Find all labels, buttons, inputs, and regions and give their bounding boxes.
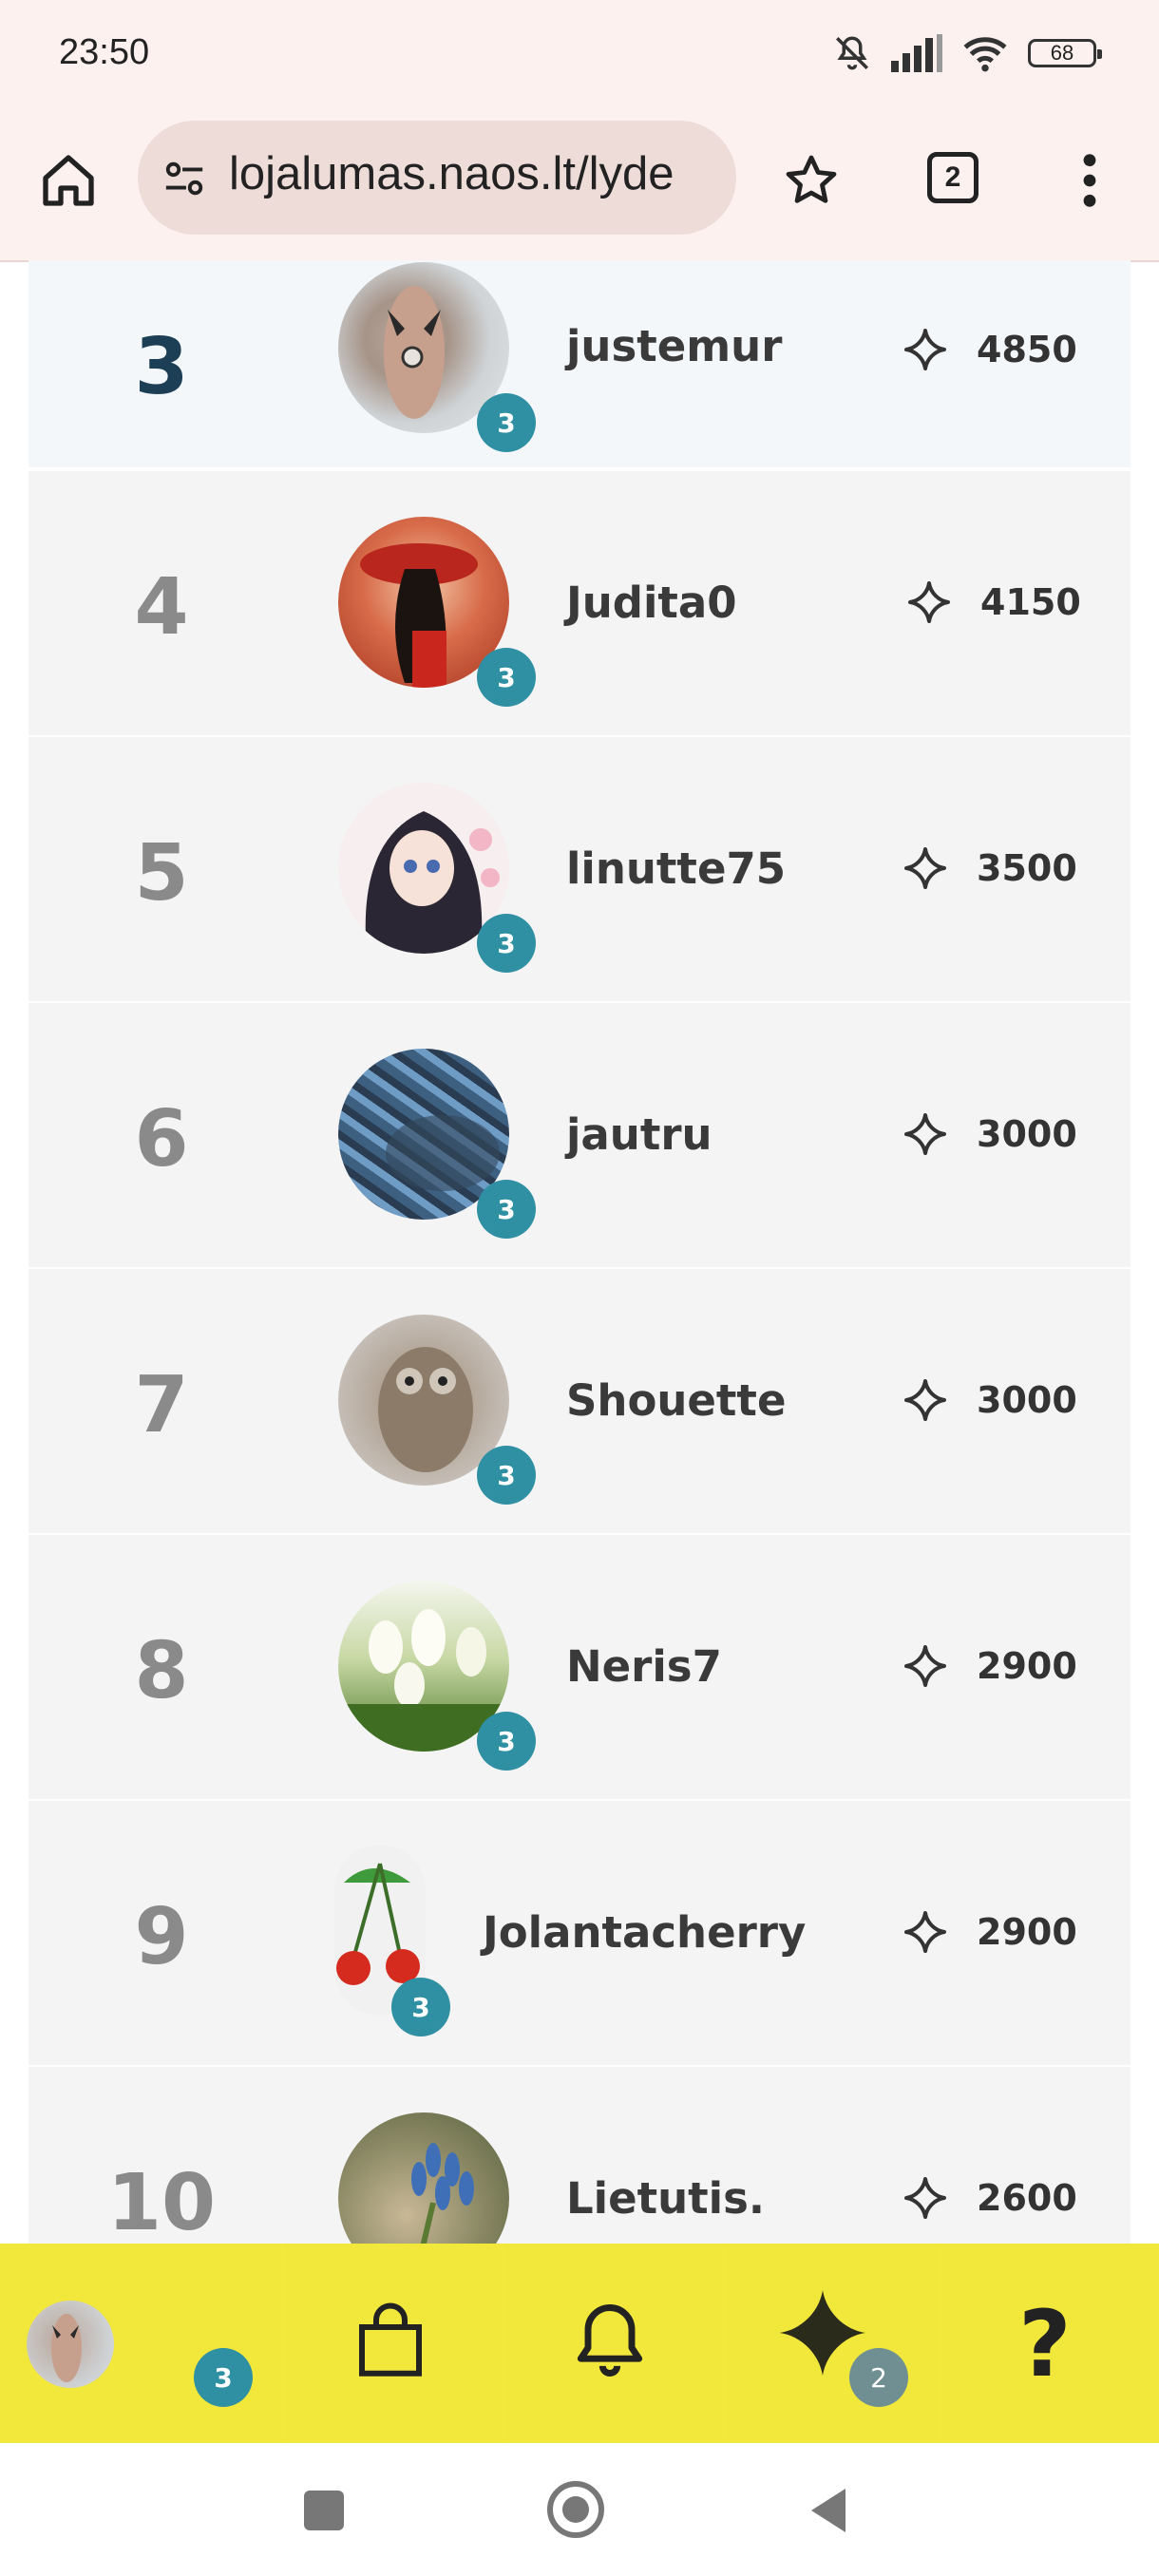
level-badge: 3 bbox=[477, 914, 536, 973]
bookmark-star-icon[interactable] bbox=[781, 150, 842, 211]
level-badge: 3 bbox=[477, 1446, 536, 1505]
leaderboard-row[interactable]: 4 3 Judita0 4150 bbox=[28, 471, 1130, 735]
butterfly-tattoo-image bbox=[51, 2314, 82, 2382]
level-badge: 3 bbox=[477, 1712, 536, 1771]
sparkle-points-icon bbox=[904, 1379, 946, 1421]
bell-icon bbox=[577, 2304, 643, 2377]
rank-number: 4 bbox=[134, 562, 189, 653]
site-settings-icon[interactable] bbox=[162, 157, 206, 200]
leaderboard-row[interactable]: 5 3 linutte75 3500 bbox=[28, 737, 1130, 1001]
sparkle-points-icon bbox=[904, 1645, 946, 1687]
status-bar: 23:50 68 bbox=[0, 0, 1159, 112]
sparkle-points-icon bbox=[904, 847, 946, 889]
nav-notifications[interactable] bbox=[505, 2244, 722, 2443]
bottom-navigation: 3 2 ? bbox=[0, 2244, 1159, 2443]
level-badge: 3 bbox=[477, 393, 536, 452]
bell-muted-icon bbox=[836, 36, 868, 70]
username[interactable]: Jolantacherry bbox=[483, 1907, 806, 1958]
rank-number: 3 bbox=[134, 322, 189, 412]
shopping-bag-icon bbox=[359, 2302, 422, 2377]
points-value: 3500 bbox=[977, 847, 1077, 889]
level-badge: 3 bbox=[477, 648, 536, 707]
nav-shop[interactable] bbox=[285, 2244, 502, 2443]
back-button[interactable] bbox=[808, 2487, 849, 2534]
username[interactable]: justemur bbox=[566, 321, 782, 371]
points-value: 2900 bbox=[977, 1645, 1077, 1687]
wifi-icon bbox=[963, 37, 1007, 72]
sparkle-points-icon bbox=[904, 329, 946, 370]
address-bar[interactable]: lojalumas.naos.lt/lyde bbox=[138, 121, 736, 235]
nav-help[interactable]: ? bbox=[942, 2244, 1159, 2443]
leaderboard-row[interactable]: 8 3 Neris7 2900 bbox=[28, 1535, 1130, 1799]
browser-toolbar: lojalumas.naos.lt/lyde 2 bbox=[0, 112, 1159, 262]
leaderboard-row[interactable]: 3 3 justemur 4850 bbox=[28, 260, 1130, 467]
nav-rewards[interactable]: 2 bbox=[724, 2244, 940, 2443]
nav-profile[interactable]: 3 bbox=[0, 2244, 281, 2443]
more-menu-icon[interactable] bbox=[1072, 150, 1108, 211]
leaderboard-row[interactable]: 9 3 Jolantacherry 2900 bbox=[28, 1801, 1130, 2065]
status-icons: 68 bbox=[832, 32, 1102, 74]
sparkle-points-icon bbox=[904, 2177, 946, 2219]
points-value: 4850 bbox=[977, 329, 1077, 370]
username[interactable]: Lietutis. bbox=[566, 2173, 765, 2224]
leaderboard-row[interactable]: 6 3 jautru 3000 bbox=[28, 1003, 1130, 1267]
url-text[interactable]: lojalumas.naos.lt/lyde bbox=[229, 147, 723, 200]
rank-number: 7 bbox=[134, 1360, 189, 1450]
recents-button[interactable] bbox=[304, 2491, 344, 2530]
level-badge: 3 bbox=[194, 2348, 253, 2407]
username[interactable]: jautru bbox=[566, 1109, 712, 1160]
avatar[interactable] bbox=[338, 2112, 509, 2244]
username[interactable]: Judita0 bbox=[566, 578, 737, 628]
level-badge: 3 bbox=[477, 1180, 536, 1239]
system-navigation-bar bbox=[0, 2443, 1159, 2576]
status-time: 23:50 bbox=[59, 32, 150, 72]
rank-number: 5 bbox=[134, 828, 189, 919]
username[interactable]: linutte75 bbox=[566, 843, 786, 894]
signal-icon bbox=[891, 34, 942, 72]
avatar[interactable] bbox=[27, 2301, 114, 2388]
leaderboard-row[interactable]: 10 3 Lietutis. 2600 bbox=[28, 2067, 1130, 2244]
rank-number: 6 bbox=[134, 1094, 189, 1184]
home-button[interactable] bbox=[547, 2481, 604, 2538]
rank-number: 9 bbox=[134, 1892, 189, 1982]
points-value: 2900 bbox=[977, 1911, 1077, 1953]
help-label: ? bbox=[1018, 2291, 1072, 2397]
blue-flower-image bbox=[411, 2143, 474, 2244]
leaderboard-row[interactable]: 7 3 Shouette 3000 bbox=[28, 1269, 1130, 1533]
home-icon[interactable] bbox=[38, 150, 99, 211]
points-value: 3000 bbox=[977, 1113, 1077, 1155]
username[interactable]: Shouette bbox=[566, 1375, 786, 1426]
level-badge: 3 bbox=[391, 1978, 450, 2036]
sparkle-points-icon bbox=[904, 1911, 946, 1953]
sparkle-points-icon bbox=[904, 1113, 946, 1155]
points-value: 3000 bbox=[977, 1379, 1077, 1421]
sparkle-points-icon bbox=[908, 581, 950, 623]
leaderboard-list: 3 3 justemur 4850 4 3 Judita0 4150 5 3 l… bbox=[28, 260, 1130, 2244]
battery-indicator: 68 bbox=[1028, 39, 1102, 67]
rank-number: 8 bbox=[134, 1626, 189, 1716]
rank-number: 10 bbox=[106, 2158, 217, 2244]
tab-switcher-button[interactable]: 2 bbox=[927, 152, 978, 203]
username[interactable]: Neris7 bbox=[566, 1641, 722, 1692]
rewards-count-badge: 2 bbox=[849, 2348, 908, 2407]
points-value: 4150 bbox=[980, 581, 1081, 623]
points-value: 2600 bbox=[977, 2177, 1077, 2219]
